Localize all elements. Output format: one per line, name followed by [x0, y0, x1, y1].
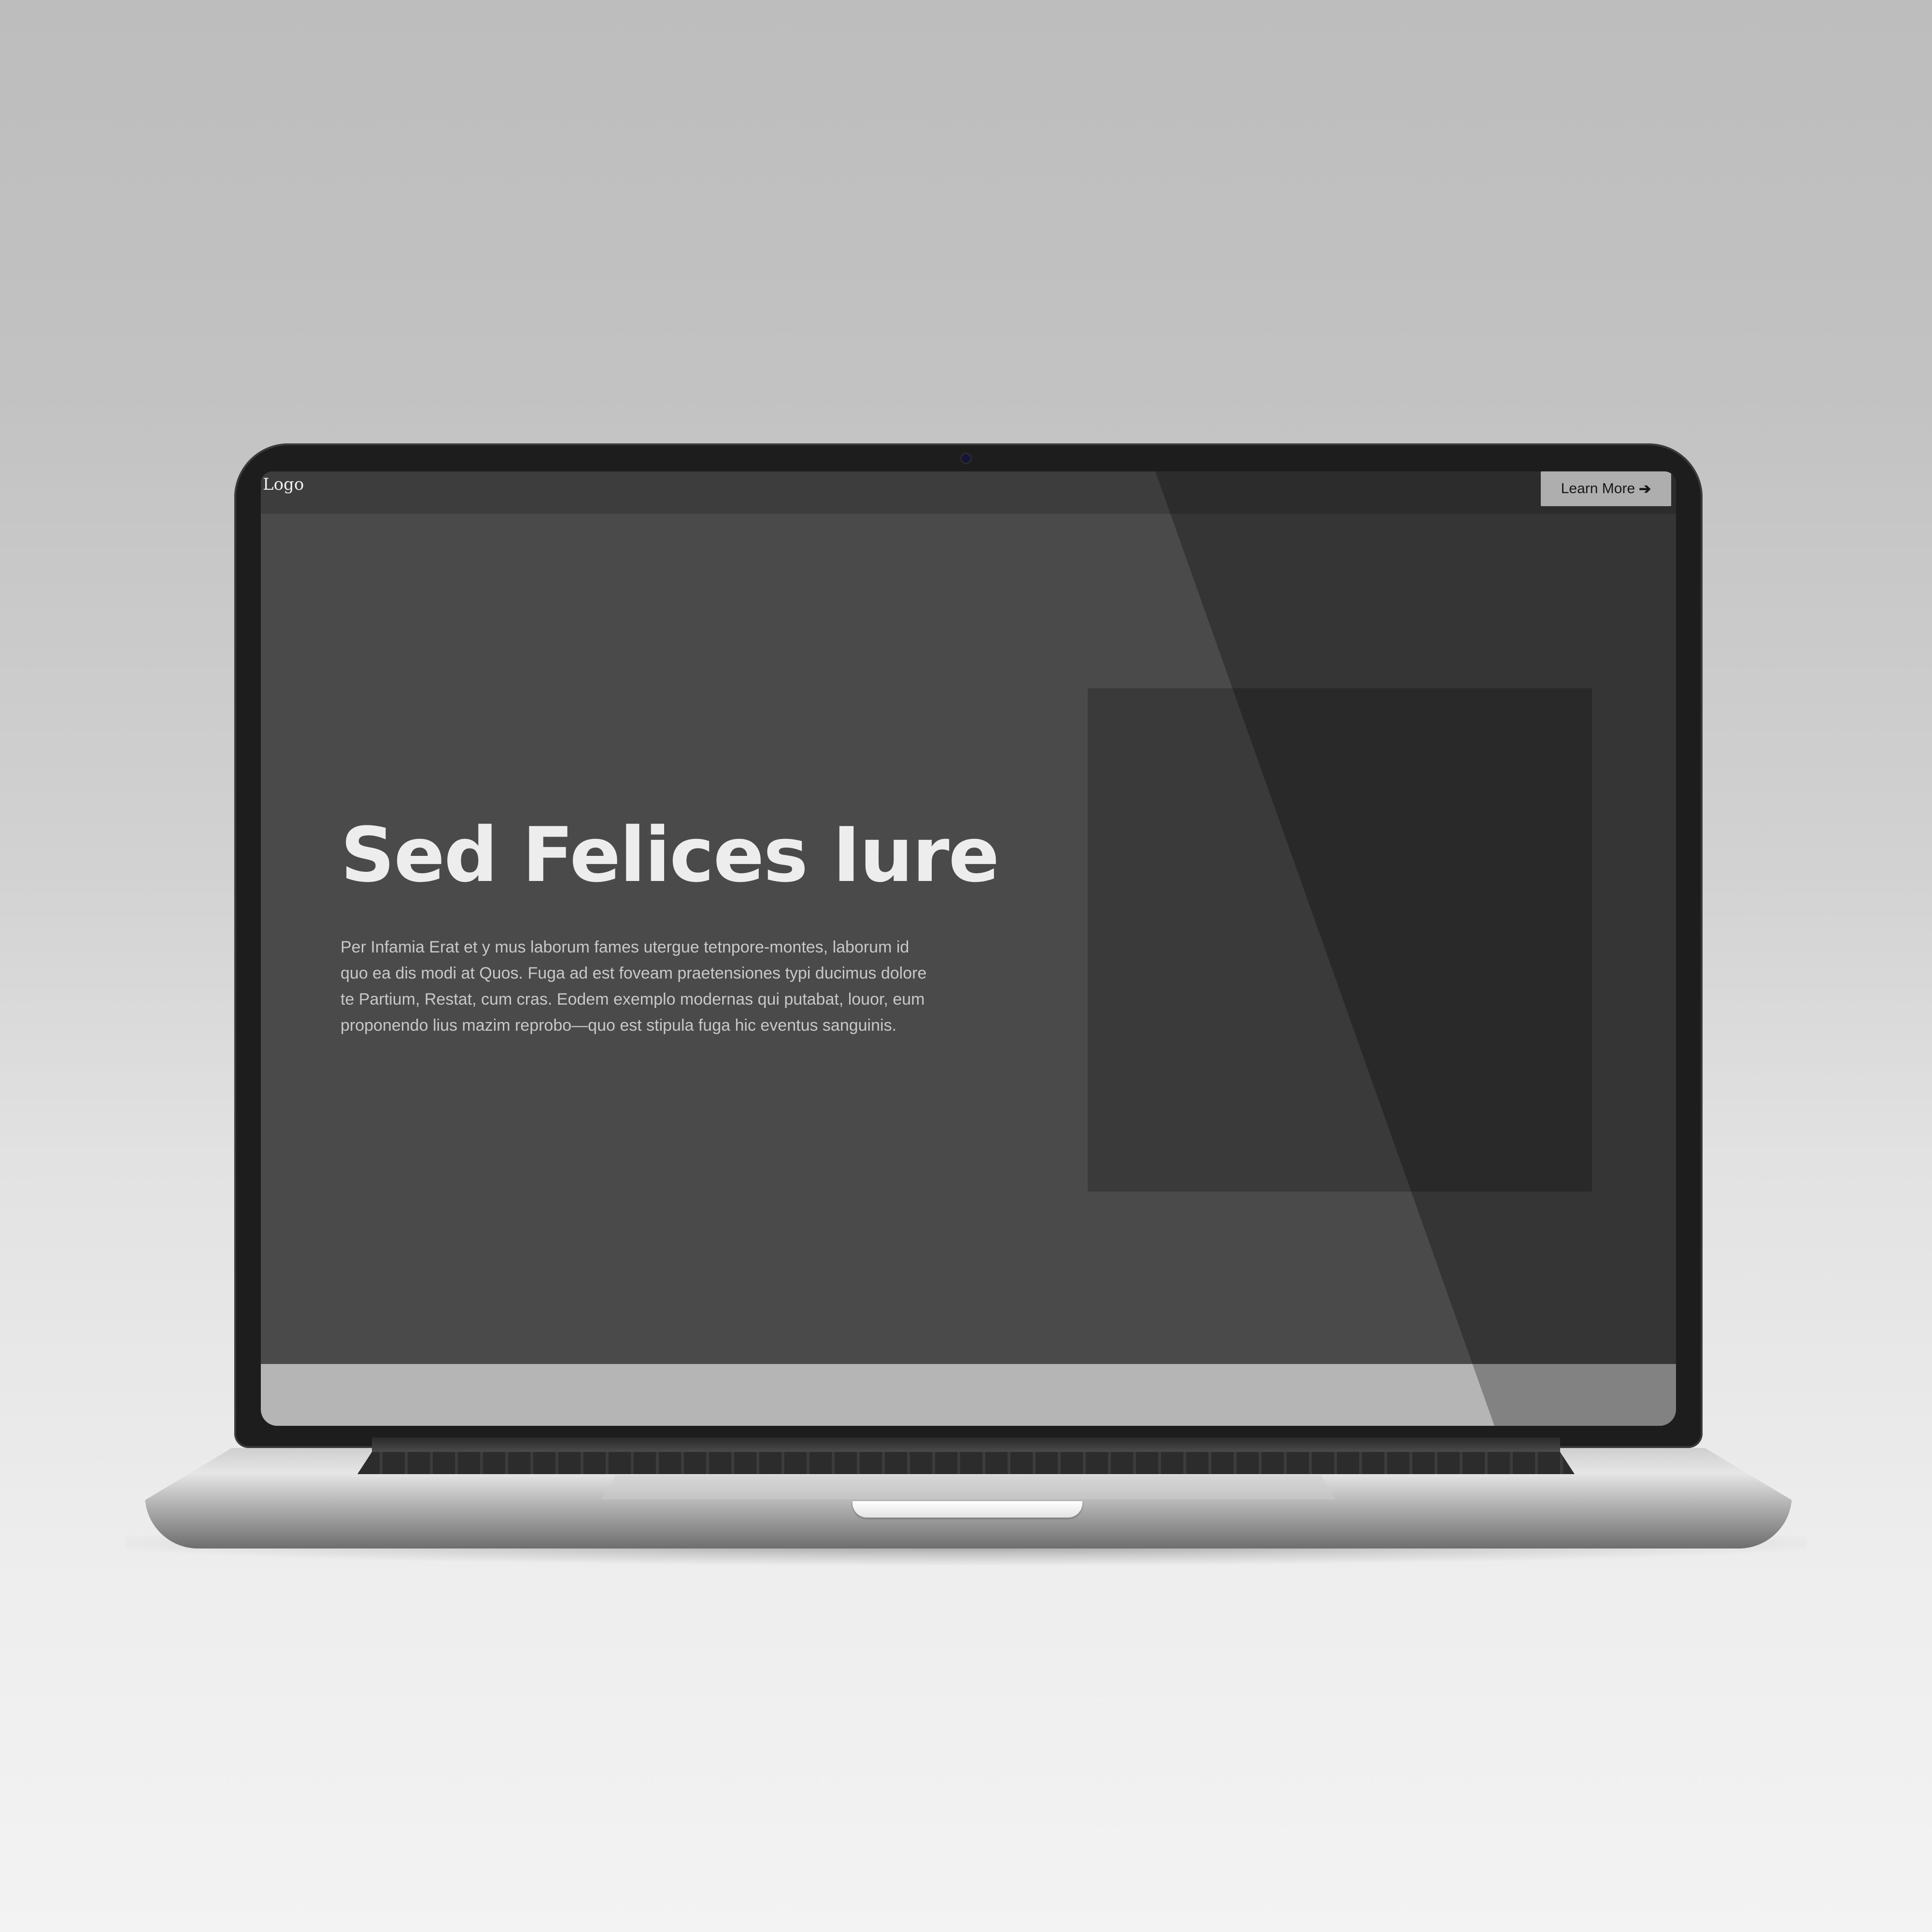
- learn-more-label: Learn More: [1561, 481, 1635, 497]
- camera-icon: [962, 454, 970, 463]
- trackpad: [601, 1475, 1335, 1499]
- arrow-right-icon: ➔: [1639, 481, 1651, 497]
- footer-band: [261, 1364, 1676, 1426]
- laptop-hinge: [372, 1437, 1560, 1452]
- hero-body: Per Infamia Erat et y mus laborum fames …: [341, 938, 927, 1035]
- site-logo[interactable]: Logo: [263, 476, 304, 493]
- lid-opening-notch: [852, 1501, 1082, 1518]
- site-header: Logo Learn More ➔: [261, 471, 1676, 514]
- hero-image-placeholder: [1088, 688, 1592, 1192]
- keyboard: [357, 1452, 1575, 1474]
- laptop-screen: Logo Learn More ➔ Sed Felices Iure Per I…: [261, 471, 1676, 1426]
- learn-more-button[interactable]: Learn More ➔: [1541, 471, 1671, 506]
- hero-title: Sed Felices Iure: [341, 811, 999, 899]
